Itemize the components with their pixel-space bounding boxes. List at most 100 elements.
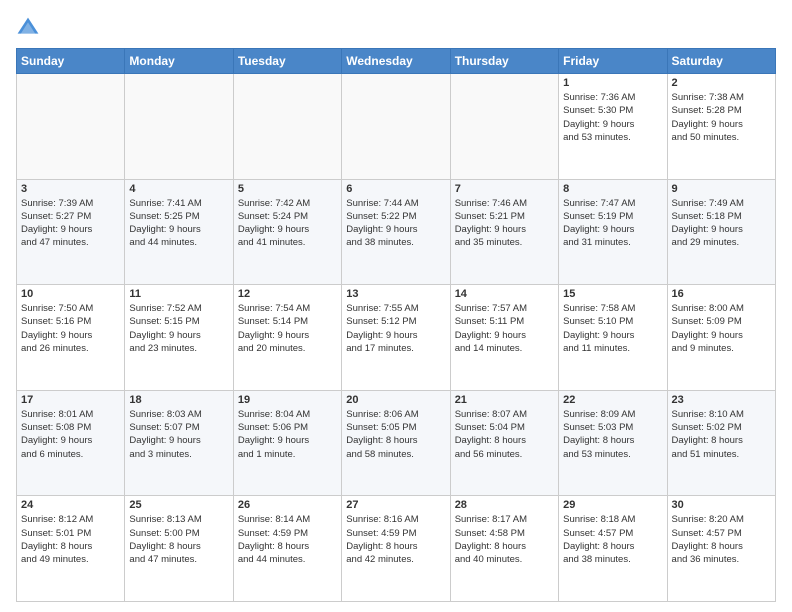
day-info: Sunrise: 7:52 AMSunset: 5:15 PMDaylight:…	[129, 302, 228, 355]
day-cell: 17 Sunrise: 8:01 AMSunset: 5:08 PMDayligh…	[17, 390, 125, 496]
day-cell: 23 Sunrise: 8:10 AMSunset: 5:02 PMDayligh…	[667, 390, 775, 496]
day-number: 8	[563, 183, 662, 195]
day-info: Sunrise: 7:54 AMSunset: 5:14 PMDaylight:…	[238, 302, 337, 355]
day-info: Sunrise: 7:50 AMSunset: 5:16 PMDaylight:…	[21, 302, 120, 355]
day-number: 26	[238, 499, 337, 511]
day-info: Sunrise: 8:18 AMSunset: 4:57 PMDaylight:…	[563, 513, 662, 566]
day-number: 24	[21, 499, 120, 511]
day-cell: 14Sunrise: 7:57 AMSunset: 5:11 PMDayligh…	[450, 285, 558, 391]
day-info: Sunrise: 7:42 AMSunset: 5:24 PMDaylight:…	[238, 197, 337, 250]
day-cell: 24 Sunrise: 8:12 AMSunset: 5:01 PMDayligh…	[17, 496, 125, 602]
day-number: 29	[563, 499, 662, 511]
day-cell: 22 Sunrise: 8:09 AMSunset: 5:03 PMDayligh…	[559, 390, 667, 496]
day-info: Sunrise: 8:20 AMSunset: 4:57 PMDaylight:…	[672, 513, 771, 566]
header	[16, 16, 776, 40]
day-number: 15	[563, 288, 662, 300]
day-cell: 13Sunrise: 7:55 AMSunset: 5:12 PMDayligh…	[342, 285, 450, 391]
day-info: Sunrise: 7:49 AMSunset: 5:18 PMDaylight:…	[672, 197, 771, 250]
day-number: 5	[238, 183, 337, 195]
week-row-4: 17 Sunrise: 8:01 AMSunset: 5:08 PMDayligh…	[17, 390, 776, 496]
day-cell: 18 Sunrise: 8:03 AMSunset: 5:07 PMDayligh…	[125, 390, 233, 496]
day-number: 2	[672, 77, 771, 89]
day-cell: 21 Sunrise: 8:07 AMSunset: 5:04 PMDayligh…	[450, 390, 558, 496]
day-cell: 8Sunrise: 7:47 AMSunset: 5:19 PMDaylight…	[559, 179, 667, 285]
day-info: Sunrise: 8:10 AMSunset: 5:02 PMDaylight:…	[672, 408, 771, 461]
weekday-saturday: Saturday	[667, 49, 775, 74]
day-info: Sunrise: 8:12 AMSunset: 5:01 PMDaylight:…	[21, 513, 120, 566]
day-info: Sunrise: 8:04 AMSunset: 5:06 PMDaylight:…	[238, 408, 337, 461]
day-info: Sunrise: 7:46 AMSunset: 5:21 PMDaylight:…	[455, 197, 554, 250]
day-number: 19	[238, 394, 337, 406]
week-row-1: 1Sunrise: 7:36 AMSunset: 5:30 PMDaylight…	[17, 74, 776, 180]
day-info: Sunrise: 7:58 AMSunset: 5:10 PMDaylight:…	[563, 302, 662, 355]
week-row-5: 24 Sunrise: 8:12 AMSunset: 5:01 PMDayligh…	[17, 496, 776, 602]
day-number: 20	[346, 394, 445, 406]
day-info: Sunrise: 7:57 AMSunset: 5:11 PMDaylight:…	[455, 302, 554, 355]
day-number: 4	[129, 183, 228, 195]
day-info: Sunrise: 7:38 AMSunset: 5:28 PMDaylight:…	[672, 91, 771, 144]
day-cell: 28 Sunrise: 8:17 AMSunset: 4:58 PMDayligh…	[450, 496, 558, 602]
day-info: Sunrise: 8:06 AMSunset: 5:05 PMDaylight:…	[346, 408, 445, 461]
day-cell	[125, 74, 233, 180]
day-cell: 7 Sunrise: 7:46 AMSunset: 5:21 PMDaylight…	[450, 179, 558, 285]
day-cell: 6 Sunrise: 7:44 AMSunset: 5:22 PMDaylight…	[342, 179, 450, 285]
day-info: Sunrise: 8:07 AMSunset: 5:04 PMDaylight:…	[455, 408, 554, 461]
day-info: Sunrise: 8:13 AMSunset: 5:00 PMDaylight:…	[129, 513, 228, 566]
weekday-friday: Friday	[559, 49, 667, 74]
day-cell	[233, 74, 341, 180]
day-cell	[342, 74, 450, 180]
day-info: Sunrise: 8:00 AMSunset: 5:09 PMDaylight:…	[672, 302, 771, 355]
day-number: 17	[21, 394, 120, 406]
day-cell: 27 Sunrise: 8:16 AMSunset: 4:59 PMDayligh…	[342, 496, 450, 602]
day-number: 25	[129, 499, 228, 511]
day-cell: 2 Sunrise: 7:38 AMSunset: 5:28 PMDaylight…	[667, 74, 775, 180]
day-number: 6	[346, 183, 445, 195]
day-number: 7	[455, 183, 554, 195]
day-cell: 3 Sunrise: 7:39 AMSunset: 5:27 PMDaylight…	[17, 179, 125, 285]
day-cell: 5 Sunrise: 7:42 AMSunset: 5:24 PMDaylight…	[233, 179, 341, 285]
day-cell: 15 Sunrise: 7:58 AMSunset: 5:10 PMDayligh…	[559, 285, 667, 391]
logo	[16, 16, 44, 40]
weekday-wednesday: Wednesday	[342, 49, 450, 74]
day-number: 10	[21, 288, 120, 300]
day-info: Sunrise: 8:01 AMSunset: 5:08 PMDaylight:…	[21, 408, 120, 461]
day-number: 16	[672, 288, 771, 300]
day-info: Sunrise: 8:03 AMSunset: 5:07 PMDaylight:…	[129, 408, 228, 461]
day-cell: 20 Sunrise: 8:06 AMSunset: 5:05 PMDayligh…	[342, 390, 450, 496]
day-cell: 9 Sunrise: 7:49 AMSunset: 5:18 PMDaylight…	[667, 179, 775, 285]
weekday-thursday: Thursday	[450, 49, 558, 74]
day-number: 18	[129, 394, 228, 406]
day-cell: 26 Sunrise: 8:14 AMSunset: 4:59 PMDayligh…	[233, 496, 341, 602]
day-number: 11	[129, 288, 228, 300]
page: SundayMondayTuesdayWednesdayThursdayFrid…	[0, 0, 792, 612]
day-number: 21	[455, 394, 554, 406]
day-cell: 11 Sunrise: 7:52 AMSunset: 5:15 PMDayligh…	[125, 285, 233, 391]
day-number: 27	[346, 499, 445, 511]
day-cell: 4Sunrise: 7:41 AMSunset: 5:25 PMDaylight…	[125, 179, 233, 285]
weekday-sunday: Sunday	[17, 49, 125, 74]
day-cell: 1Sunrise: 7:36 AMSunset: 5:30 PMDaylight…	[559, 74, 667, 180]
day-cell	[450, 74, 558, 180]
day-info: Sunrise: 7:36 AMSunset: 5:30 PMDaylight:…	[563, 91, 662, 144]
day-info: Sunrise: 7:44 AMSunset: 5:22 PMDaylight:…	[346, 197, 445, 250]
day-number: 28	[455, 499, 554, 511]
weekday-tuesday: Tuesday	[233, 49, 341, 74]
day-info: Sunrise: 8:14 AMSunset: 4:59 PMDaylight:…	[238, 513, 337, 566]
day-info: Sunrise: 8:09 AMSunset: 5:03 PMDaylight:…	[563, 408, 662, 461]
day-cell: 12 Sunrise: 7:54 AMSunset: 5:14 PMDayligh…	[233, 285, 341, 391]
day-number: 3	[21, 183, 120, 195]
day-number: 22	[563, 394, 662, 406]
calendar-table: SundayMondayTuesdayWednesdayThursdayFrid…	[16, 48, 776, 602]
day-info: Sunrise: 7:55 AMSunset: 5:12 PMDaylight:…	[346, 302, 445, 355]
day-number: 12	[238, 288, 337, 300]
day-info: Sunrise: 7:39 AMSunset: 5:27 PMDaylight:…	[21, 197, 120, 250]
day-cell: 29 Sunrise: 8:18 AMSunset: 4:57 PMDayligh…	[559, 496, 667, 602]
day-info: Sunrise: 8:16 AMSunset: 4:59 PMDaylight:…	[346, 513, 445, 566]
day-info: Sunrise: 8:17 AMSunset: 4:58 PMDaylight:…	[455, 513, 554, 566]
week-row-3: 10 Sunrise: 7:50 AMSunset: 5:16 PMDayligh…	[17, 285, 776, 391]
day-number: 23	[672, 394, 771, 406]
day-cell: 25 Sunrise: 8:13 AMSunset: 5:00 PMDayligh…	[125, 496, 233, 602]
weekday-header-row: SundayMondayTuesdayWednesdayThursdayFrid…	[17, 49, 776, 74]
day-number: 9	[672, 183, 771, 195]
week-row-2: 3 Sunrise: 7:39 AMSunset: 5:27 PMDaylight…	[17, 179, 776, 285]
